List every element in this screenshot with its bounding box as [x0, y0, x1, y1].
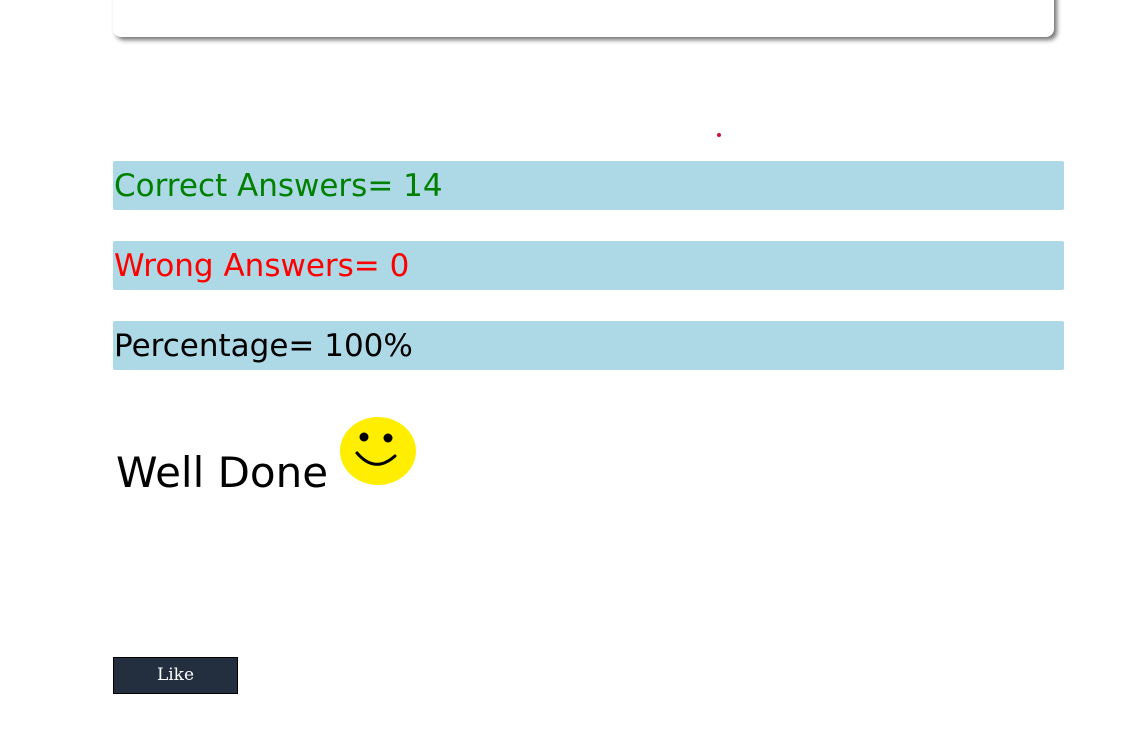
- correct-answers-text: Correct Answers= 14: [114, 168, 443, 204]
- smiley-right-eye: [383, 433, 393, 443]
- wrong-answers-text: Wrong Answers= 0: [114, 248, 410, 284]
- percentage-text: Percentage= 100%: [114, 328, 413, 364]
- like-button[interactable]: Like: [113, 657, 238, 694]
- top-card: [113, 0, 1054, 37]
- percentage-bar: Percentage= 100%: [113, 321, 1064, 370]
- smiley-face-icon: [340, 417, 416, 485]
- red-dot: [717, 133, 721, 137]
- smiley-left-eye: [359, 432, 369, 442]
- wrong-answers-bar: Wrong Answers= 0: [113, 241, 1064, 290]
- smiley-face-circle: [340, 417, 416, 485]
- correct-answers-bar: Correct Answers= 14: [113, 161, 1064, 210]
- well-done-message: Well Done: [116, 448, 329, 497]
